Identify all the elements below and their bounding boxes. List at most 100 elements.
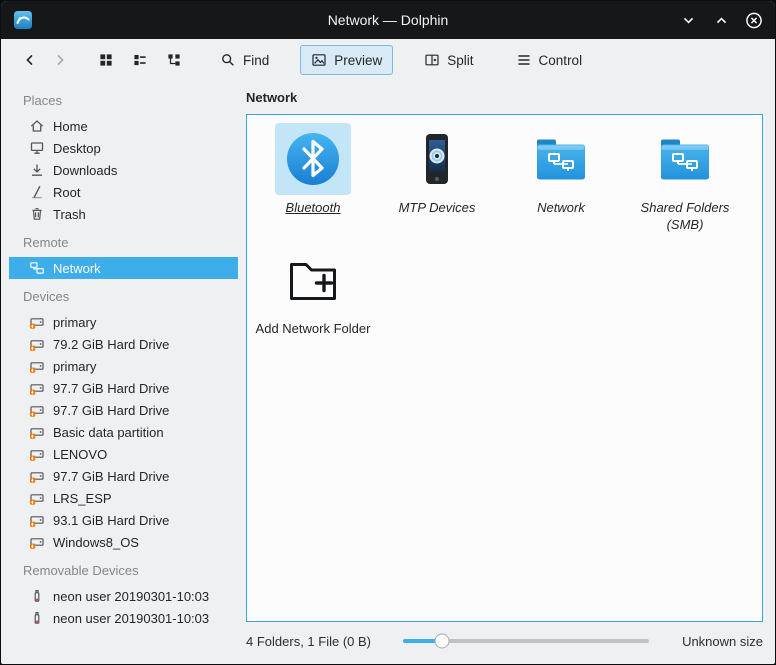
desktop-icon [29,140,45,156]
download-icon [29,162,45,178]
folder-view[interactable]: Bluetooth MTP Devices Network Shared Fol… [246,114,763,622]
drive-icon [29,512,45,528]
section-header-devices: Devices [23,289,70,304]
file-item-bluetooth[interactable]: Bluetooth [252,123,374,234]
sidebar-item-desktop[interactable]: Desktop [9,137,238,159]
forward-button[interactable] [45,45,75,75]
sidebar-item-label: neon user 20190301-10:03 [53,588,210,604]
location-label[interactable]: Network [246,87,763,114]
compact-view-button[interactable] [125,45,155,75]
find-button-label: Find [243,52,270,68]
split-icon [424,52,440,68]
bluetooth-icon [281,127,345,191]
split-button[interactable]: Split [413,45,484,75]
details-view-button[interactable] [159,45,189,75]
control-button-label: Control [538,52,583,68]
sidebar-item-label: Root [53,184,81,200]
toolbar: Find Preview Split Control [1,39,775,81]
titlebar[interactable]: Network — Dolphin [1,1,775,39]
drive-icon [29,534,45,550]
sidebar-item-label: Home [53,118,88,134]
sidebar-item-device-9[interactable]: 93.1 GiB Hard Drive [9,509,238,531]
zoom-slider-handle[interactable] [434,633,450,649]
drive-icon [29,424,45,440]
find-button[interactable]: Find [209,45,280,75]
icons-view-button[interactable] [91,45,121,75]
window-title: Network — Dolphin [327,12,449,28]
drive-icon [29,402,45,418]
folder-add-icon [281,248,345,312]
preview-icon [311,52,327,68]
sidebar-item-label: Basic data partition [53,424,164,440]
dolphin-app-icon [13,10,33,30]
sidebar-item-trash[interactable]: Trash [9,203,238,225]
zoom-slider-track[interactable] [403,633,649,649]
sidebar-item-removable-1[interactable]: neon user 20190301-10:03 [9,607,238,629]
sidebar-item-label: Windows8_OS [53,534,139,550]
sidebar-item-label: Desktop [53,140,101,156]
mtp-devices-icon [405,127,469,191]
close-button[interactable] [745,11,763,29]
folder-network-icon [529,127,593,191]
dolphin-window: Network — Dolphin Find Preview Split Con… [0,0,776,665]
sidebar-item-device-1[interactable]: 79.2 GiB Hard Drive [9,333,238,355]
file-item-shared-folders-smb[interactable]: Shared Folders (SMB) [624,123,746,234]
sidebar-item-home[interactable]: Home [9,115,238,137]
sidebar-item-network[interactable]: Network [9,257,238,279]
sidebar-item-device-8[interactable]: LRS_ESP [9,487,238,509]
sidebar-item-device-10[interactable]: Windows8_OS [9,531,238,553]
file-item-label: Add Network Folder [255,320,371,336]
maximize-button[interactable] [712,11,730,29]
sidebar-item-label: Downloads [53,162,118,178]
sidebar-item-label: 97.7 GiB Hard Drive [53,380,170,396]
status-size: Unknown size [682,633,763,649]
sidebar-item-label: primary [53,358,97,374]
file-item-network[interactable]: Network [500,123,622,234]
sidebar-item-root[interactable]: Root [9,181,238,203]
trash-icon [29,206,45,222]
sidebar-item-device-5[interactable]: Basic data partition [9,421,238,443]
sidebar-item-downloads[interactable]: Downloads [9,159,238,181]
back-button[interactable] [15,45,45,75]
usb-icon [29,588,45,604]
section-header-remote: Remote [23,235,69,250]
sidebar-item-device-6[interactable]: LENOVO [9,443,238,465]
file-item-label: Network [537,200,585,215]
sidebar-item-label: 97.7 GiB Hard Drive [53,402,170,418]
file-item-mtp-devices[interactable]: MTP Devices [376,123,498,234]
file-item-add-network-folder[interactable]: Add Network Folder [252,244,374,338]
drive-icon [29,468,45,484]
home-icon [29,118,45,134]
folder-share-icon [653,127,717,191]
sidebar-item-device-4[interactable]: 97.7 GiB Hard Drive [9,399,238,421]
sidebar-item-label: neon user 20190301-10:03 [53,610,210,626]
control-button[interactable]: Control [505,45,594,75]
network-places-icon [29,260,45,276]
preview-button[interactable]: Preview [300,45,394,75]
sidebar-item-device-7[interactable]: 97.7 GiB Hard Drive [9,465,238,487]
status-bar: 4 Folders, 1 File (0 B) Unknown size [246,626,763,656]
sidebar-item-device-3[interactable]: 97.7 GiB Hard Drive [9,377,238,399]
sidebar-item-label: 79.2 GiB Hard Drive [53,336,170,352]
status-summary: 4 Folders, 1 File (0 B) [246,633,371,649]
drive-icon [29,358,45,374]
usb-icon [29,610,45,626]
sidebar-item-label: 97.7 GiB Hard Drive [53,468,170,484]
section-header-removable: Removable Devices [23,563,139,578]
section-header-places: Places [23,93,63,108]
sidebar-item-label: LRS_ESP [53,490,112,506]
sidebar-item-device-2[interactable]: primary [9,355,238,377]
sidebar-item-label: Network [53,260,101,276]
minimize-button[interactable] [679,11,697,29]
file-item-label: MTP Devices [398,200,476,215]
drive-icon [29,446,45,462]
sidebar-item-removable-0[interactable]: neon user 20190301-10:03 [9,585,238,607]
sidebar-item-device-0[interactable]: primary [9,311,238,333]
sidebar-item-label: primary [53,314,97,330]
sidebar-item-label: 93.1 GiB Hard Drive [53,512,170,528]
preview-button-label: Preview [334,52,383,68]
split-button-label: Split [447,52,474,68]
menu-icon [516,52,532,68]
zoom-slider[interactable] [403,633,649,649]
main-panel: Network Bluetooth MTP Devices Network Sh… [238,81,775,664]
